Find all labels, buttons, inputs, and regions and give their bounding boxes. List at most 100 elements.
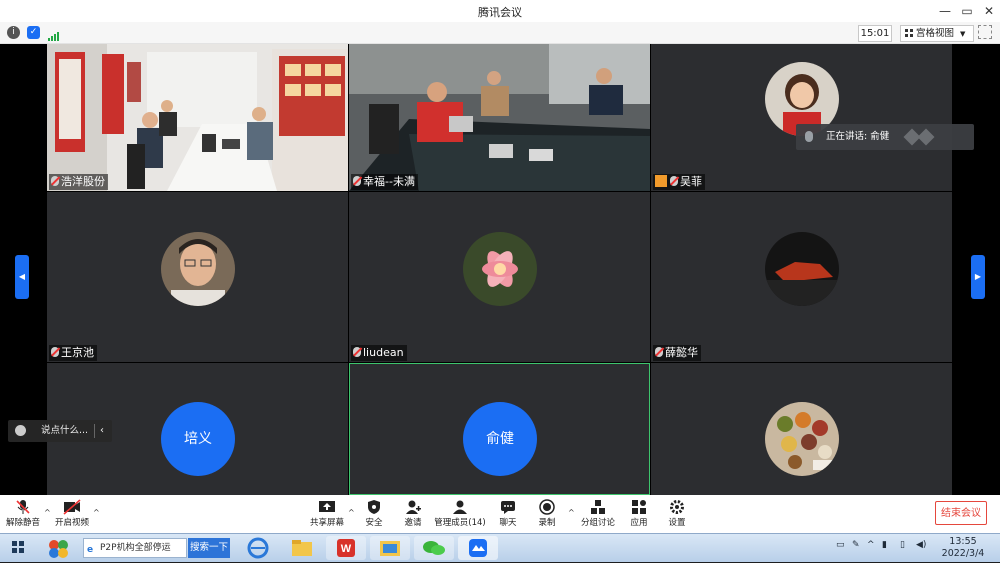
record-button[interactable]: 录制 [533, 497, 561, 528]
speaking-indicator: 正在讲话: 俞健 [796, 124, 974, 150]
wps-taskbar-icon[interactable]: W [326, 536, 366, 560]
start-menu-icon[interactable] [12, 541, 24, 553]
gear-icon [670, 500, 684, 514]
participant-name-label: 薛懿华 [653, 345, 701, 361]
shield-icon [368, 500, 380, 514]
taskbar-search-button[interactable]: 搜索一下 [188, 538, 230, 558]
participant-name-avatar: 培义 [161, 402, 235, 476]
participant-avatar [765, 232, 839, 306]
fullscreen-icon[interactable] [978, 25, 992, 39]
chat-icon [501, 501, 515, 514]
file-explorer-taskbar-icon[interactable] [370, 536, 410, 560]
next-page-button[interactable]: ▶ [971, 255, 985, 299]
meeting-timer: 15:01 [858, 25, 892, 42]
invite-button[interactable]: 邀请 [398, 497, 428, 528]
participant-video [47, 44, 348, 191]
network-icon[interactable]: ▮ [882, 540, 887, 550]
video-off-icon [63, 499, 81, 515]
chevron-up-icon[interactable]: ^ [93, 508, 100, 517]
video-tile[interactable] [651, 363, 952, 495]
video-tile[interactable]: 浩洋股份 [47, 44, 348, 191]
chat-placeholder: 说点什么... [41, 425, 89, 436]
mic-muted-icon [51, 347, 59, 357]
share-screen-icon [319, 501, 335, 512]
os-taskbar: e P2P机构全部停运 搜索一下 W ▭ ✎ ^ ▮ ▯ ◀) 13:55 20… [0, 533, 1000, 562]
video-tile[interactable]: 王京池 [47, 192, 348, 362]
breakout-rooms-button[interactable]: 分组讨论 [578, 497, 618, 528]
apps-icon [632, 500, 646, 514]
mic-off-icon [16, 500, 30, 514]
meeting-info-bar: i ✓ 15:01 宫格视图 ▼ [0, 22, 1000, 44]
host-icon [655, 175, 667, 187]
info-icon[interactable]: i [7, 26, 20, 39]
chevron-left-icon[interactable]: ‹ [100, 420, 104, 442]
pen-icon[interactable]: ✎ [852, 540, 860, 550]
video-tile[interactable]: 薛懿华 [651, 192, 952, 362]
mic-muted-icon [655, 347, 663, 357]
video-tile[interactable]: liudean [349, 192, 650, 362]
apps-button[interactable]: 应用 [627, 497, 651, 528]
chevron-up-icon[interactable]: ^ [44, 508, 51, 517]
participant-name-label: liudean [351, 345, 407, 361]
participant-name-label: 吴菲 [653, 174, 705, 190]
breakout-icon [591, 500, 605, 514]
mic-muted-icon [353, 176, 361, 186]
view-mode-dropdown[interactable]: 宫格视图 ▼ [900, 25, 974, 42]
emoji-icon[interactable] [15, 425, 26, 436]
restore-button[interactable]: ▭ [956, 2, 978, 20]
folder-taskbar-icon[interactable] [282, 536, 322, 560]
signal-icon[interactable] [48, 28, 60, 41]
system-clock[interactable]: 13:55 2022/3/4 [936, 536, 990, 560]
chevron-up-icon[interactable]: ^ [348, 508, 355, 517]
members-icon [453, 500, 467, 514]
volume-icon[interactable]: ◀) [916, 540, 926, 550]
ie-taskbar-icon[interactable] [238, 536, 278, 560]
mic-icon [805, 131, 813, 142]
end-meeting-button[interactable]: 结束会议 [935, 501, 987, 525]
placeholder-icon [917, 128, 935, 146]
title-bar: 腾讯会议 — ▭ ✕ [0, 0, 1000, 22]
record-icon [539, 499, 555, 515]
meeting-toolbar: 解除静音 ^ 开启视频 ^ 共享屏幕 ^ 安全 邀请 管理成员(14) 聊天 录… [0, 495, 1000, 533]
participant-name-avatar: 俞健 [463, 402, 537, 476]
chat-quick-input[interactable]: 说点什么... ‹ [8, 420, 112, 442]
prev-page-button[interactable]: ◀ [15, 255, 29, 299]
close-button[interactable]: ✕ [978, 2, 1000, 20]
settings-button[interactable]: 设置 [665, 497, 689, 528]
minimize-button[interactable]: — [934, 2, 956, 20]
participant-avatar [463, 232, 537, 306]
chat-button[interactable]: 聊天 [494, 497, 522, 528]
participant-avatar [765, 402, 839, 476]
mic-muted-icon [51, 176, 59, 186]
svg-text:W: W [341, 543, 352, 555]
manage-members-button[interactable]: 管理成员(14) [434, 497, 486, 528]
mic-muted-icon [670, 176, 678, 186]
participant-avatar [161, 232, 235, 306]
keyboard-icon[interactable]: ▭ [836, 540, 845, 550]
share-screen-button[interactable]: 共享屏幕 [308, 497, 346, 528]
taskbar-search-input[interactable]: e P2P机构全部停运 [83, 538, 187, 558]
security-button[interactable]: 安全 [359, 497, 389, 528]
wechat-taskbar-icon[interactable] [414, 536, 454, 560]
tencent-meeting-taskbar-icon[interactable] [458, 536, 498, 560]
grid-icon [905, 29, 913, 37]
video-grid: 浩洋股份 幸福--未满 吴菲 王京池 liudean 薛懿华 培义 俞健 ◀ ▶… [0, 44, 1000, 495]
chevron-up-icon[interactable]: ^ [568, 508, 575, 517]
start-video-button[interactable]: 开启视频 [53, 497, 91, 528]
window-title: 腾讯会议 [478, 6, 522, 19]
mic-muted-icon [353, 347, 361, 357]
video-tile-active-speaker[interactable]: 俞健 [349, 363, 650, 495]
ie-icon: e [87, 545, 94, 555]
participant-name-label: 浩洋股份 [49, 174, 108, 190]
video-tile[interactable]: 幸福--未满 [349, 44, 650, 191]
shield-icon[interactable]: ✓ [27, 26, 40, 39]
chevron-down-icon: ▼ [960, 30, 966, 38]
video-tile[interactable]: 吴菲 [651, 44, 952, 191]
invite-icon [406, 500, 421, 514]
participant-video [349, 44, 650, 191]
battery-icon[interactable]: ▯ [900, 540, 905, 550]
browser-taskbar-icon[interactable] [44, 536, 74, 560]
chevron-up-icon[interactable]: ^ [867, 540, 875, 550]
unmute-button[interactable]: 解除静音 [4, 497, 42, 528]
participant-name-label: 幸福--未满 [351, 174, 418, 190]
